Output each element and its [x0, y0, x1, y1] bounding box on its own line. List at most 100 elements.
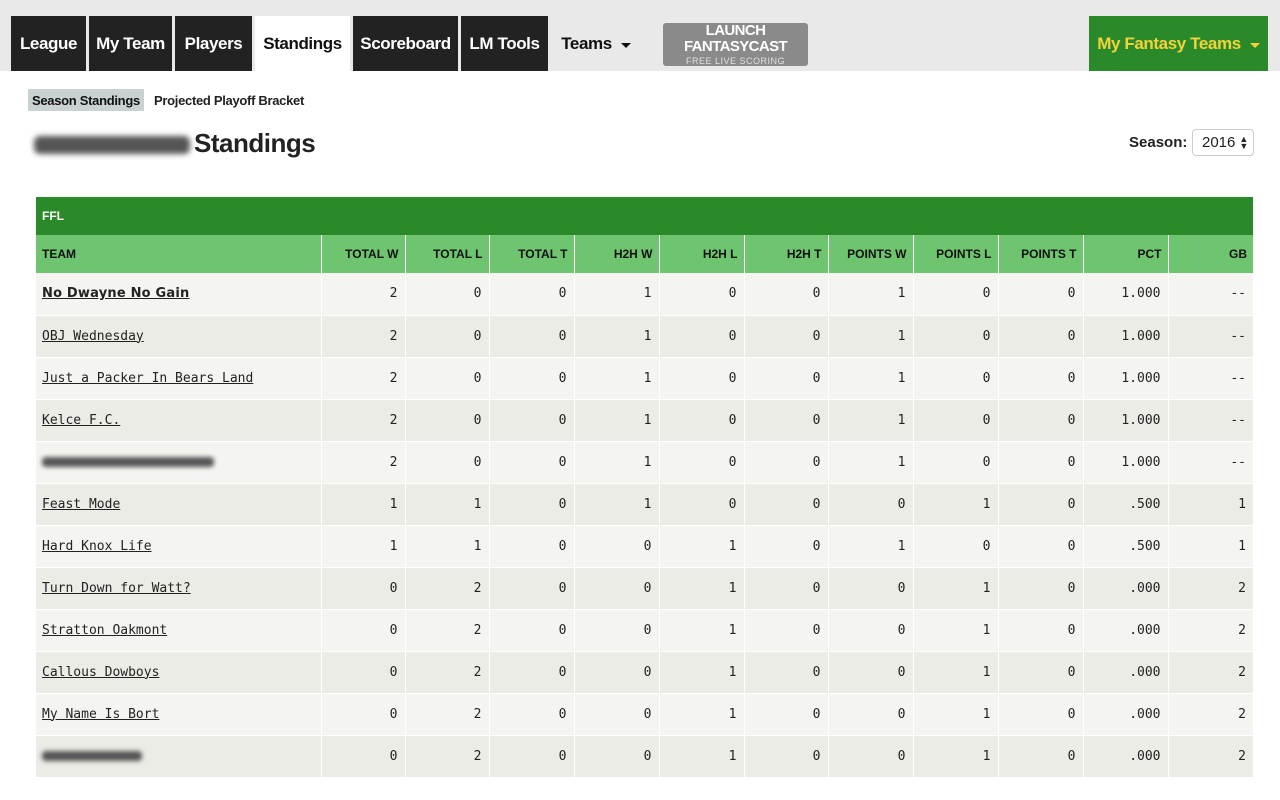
stat-cell: 0 [489, 315, 575, 358]
column-header: H2H L [659, 235, 745, 273]
stat-cell: 0 [405, 441, 490, 484]
team-link[interactable]: My Name Is Bort [42, 707, 159, 722]
team-cell [36, 735, 322, 778]
tab-players[interactable]: Players [175, 16, 252, 71]
team-link[interactable]: No Dwayne No Gain [42, 286, 189, 301]
stat-cell: 1 [913, 483, 999, 526]
team-link[interactable]: Kelce F.C. [42, 413, 120, 428]
stat-cell: 0 [489, 693, 575, 736]
tab-league[interactable]: League [11, 16, 86, 71]
stat-cell: 0 [998, 483, 1084, 526]
stat-cell: 0 [321, 693, 406, 736]
team-cell: Stratton Oakmont [36, 609, 322, 652]
stat-cell: 0 [659, 273, 745, 316]
stat-cell: -- [1168, 357, 1253, 400]
stat-cell: -- [1168, 273, 1253, 316]
stat-cell: 0 [321, 735, 406, 778]
stat-cell: 0 [744, 483, 829, 526]
stat-cell: 1 [405, 525, 490, 568]
stat-cell: 0 [998, 441, 1084, 484]
column-header: POINTS T [998, 235, 1084, 273]
stat-cell: 0 [828, 735, 914, 778]
stat-cell: 2 [321, 399, 406, 442]
team-cell: No Dwayne No Gain [36, 273, 322, 316]
column-header: POINTS L [913, 235, 999, 273]
stat-cell: 0 [574, 735, 660, 778]
column-header: TOTAL T [489, 235, 575, 273]
stat-cell: 0 [405, 357, 490, 400]
stat-cell: 0 [321, 567, 406, 610]
team-link[interactable]: Hard Knox Life [42, 539, 152, 554]
subtab-projected-playoff-bracket[interactable]: Projected Playoff Bracket [150, 89, 308, 111]
launch-fantasycast-button[interactable]: LAUNCH FANTASYCAST FREE LIVE SCORING [663, 22, 808, 66]
column-header: PCT [1083, 235, 1169, 273]
stat-cell: 0 [489, 567, 575, 610]
stat-cell: .500 [1083, 483, 1169, 526]
stat-cell: 2 [1168, 651, 1253, 694]
team-link[interactable]: Turn Down for Watt? [42, 581, 191, 596]
stat-cell: 1 [321, 483, 406, 526]
table-row: Just a Packer In Bears Land 2 0 0 1 0 0 1 0 0 1.00… [36, 357, 1253, 400]
stat-cell: 0 [489, 273, 575, 316]
stat-cell: 0 [998, 399, 1084, 442]
stat-cell: 0 [998, 735, 1084, 778]
stat-cell: 1.000 [1083, 357, 1169, 400]
team-link-redacted[interactable] [42, 457, 214, 467]
season-select[interactable]: 2016 ▲ ▼ [1192, 129, 1254, 156]
column-header: H2H W [574, 235, 660, 273]
team-link[interactable]: OBJ Wednesday [42, 329, 144, 344]
stat-cell: -- [1168, 315, 1253, 358]
stat-cell: 0 [828, 651, 914, 694]
stat-cell: 1 [828, 441, 914, 484]
stat-cell: 0 [828, 567, 914, 610]
stat-cell: 0 [574, 651, 660, 694]
stat-cell: 1 [913, 693, 999, 736]
stat-cell: -- [1168, 399, 1253, 442]
tab-teams[interactable]: Teams [551, 16, 641, 71]
table-row: Hard Knox Life 1 1 0 0 1 0 1 0 0.500 1 [36, 525, 1253, 568]
stat-cell: 1 [913, 651, 999, 694]
stat-cell: 1 [828, 315, 914, 358]
stat-cell: 0 [744, 525, 829, 568]
team-link[interactable]: Just a Packer In Bears Land [42, 371, 253, 386]
league-header: FFL [36, 197, 1253, 235]
tab-scoreboard[interactable]: Scoreboard [353, 16, 458, 71]
tab-my-team[interactable]: My Team [89, 16, 172, 71]
subtab-season-standings[interactable]: Season Standings [28, 89, 144, 111]
stat-cell: 1.000 [1083, 441, 1169, 484]
stat-cell: 0 [659, 483, 745, 526]
team-link[interactable]: Callous Dowboys [42, 665, 159, 680]
team-link[interactable]: Stratton Oakmont [42, 623, 167, 638]
stat-cell: 0 [659, 399, 745, 442]
stat-cell: 0 [489, 651, 575, 694]
stat-cell: 0 [913, 399, 999, 442]
page-title: Standings [194, 128, 316, 158]
stat-cell: .000 [1083, 693, 1169, 736]
stat-cell: 0 [405, 315, 490, 358]
stat-cell: 0 [998, 273, 1084, 316]
chevron-down-icon [620, 42, 631, 48]
stat-cell: 0 [744, 693, 829, 736]
stat-cell: 0 [574, 609, 660, 652]
stat-cell: 1 [913, 609, 999, 652]
my-fantasy-teams-button[interactable]: My Fantasy Teams [1089, 16, 1268, 71]
team-link[interactable]: Feast Mode [42, 497, 120, 512]
team-cell: OBJ Wednesday [36, 315, 322, 358]
stat-cell: 0 [828, 483, 914, 526]
team-link-redacted[interactable] [42, 751, 142, 761]
team-cell: My Name Is Bort [36, 693, 322, 736]
stat-cell: 0 [489, 525, 575, 568]
stat-cell: 0 [913, 315, 999, 358]
tab-lm-tools[interactable]: LM Tools [461, 16, 548, 71]
team-cell [36, 441, 322, 484]
standings-table-container: FFL TEAM TOTAL W TOTAL L TOTAL T H2H W H2H LH… [36, 197, 1253, 778]
stat-cell: 0 [489, 735, 575, 778]
column-header: H2H T [744, 235, 829, 273]
stat-cell: 0 [489, 609, 575, 652]
stat-cell: .000 [1083, 651, 1169, 694]
launch-subtitle: FREE LIVE SCORING [685, 55, 786, 66]
tab-standings[interactable]: Standings [255, 16, 350, 71]
stat-cell: 0 [321, 651, 406, 694]
stat-cell: 0 [744, 357, 829, 400]
stat-cell: 0 [998, 609, 1084, 652]
